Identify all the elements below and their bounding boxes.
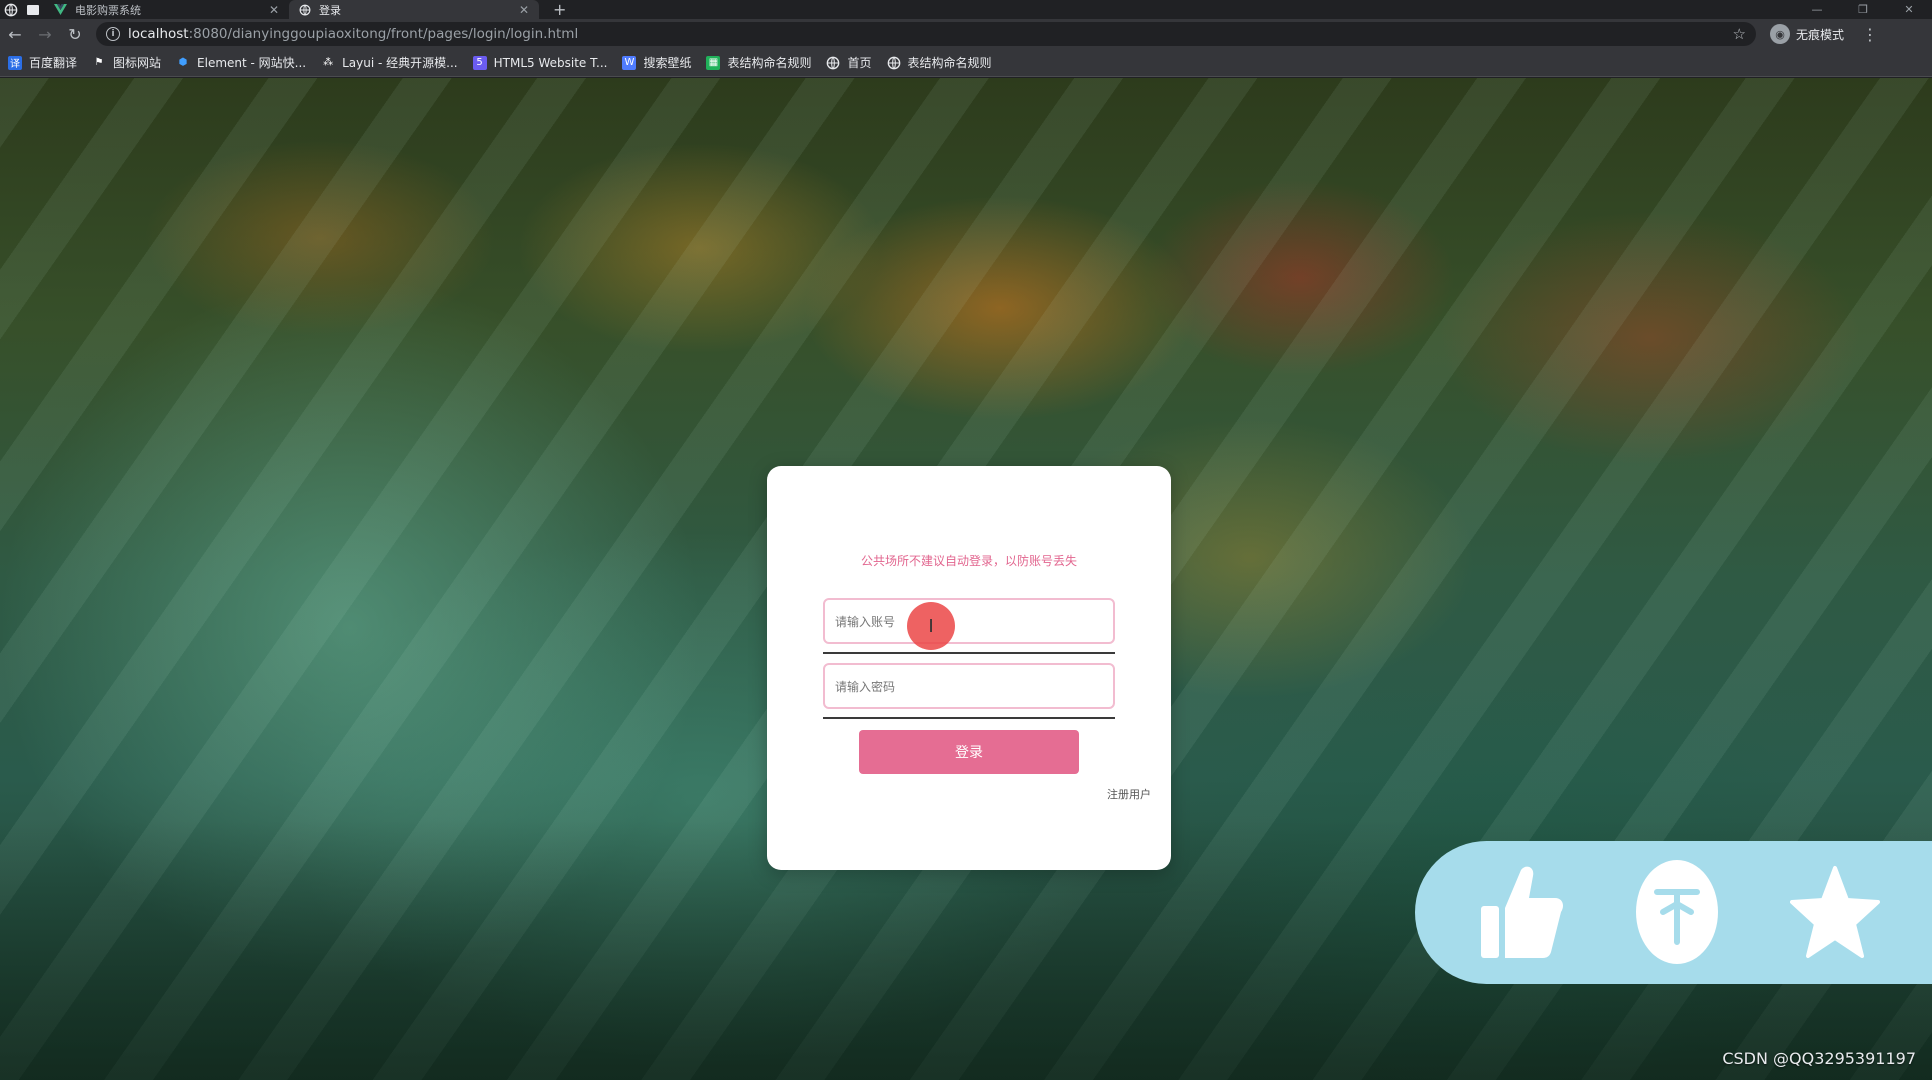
flag-icon: ⚑ — [94, 57, 104, 68]
like-button[interactable] — [1465, 857, 1575, 967]
login-card: 公共场所不建议自动登录，以防账号丢失 请输入账号 I 请输入密码 登录 注册用户 — [767, 466, 1171, 870]
window-controls: — ❐ ✕ — [1794, 0, 1932, 19]
globe-icon — [887, 56, 900, 69]
tab-login[interactable]: 登录 ✕ — [289, 0, 539, 19]
minimize-icon[interactable]: — — [1794, 3, 1840, 16]
globe-icon — [827, 56, 840, 69]
close-icon[interactable]: ✕ — [519, 3, 529, 17]
bookmarks-bar: 译 百度翻译 ⚑ 图标网站 ⬢ Element - 网站快... ⁂ Layui… — [0, 49, 1932, 77]
bookmark-item[interactable]: 译 百度翻译 — [8, 54, 77, 71]
login-button[interactable]: 登录 — [859, 730, 1079, 774]
html5-icon: 5 — [472, 55, 487, 70]
password-underline — [823, 717, 1115, 719]
bookmark-item[interactable]: ▦ 表结构命名规则 — [706, 54, 811, 71]
close-window-icon[interactable]: ✕ — [1886, 3, 1932, 16]
action-panel — [1415, 841, 1932, 984]
thumbs-up-icon — [1481, 866, 1563, 958]
bookmark-item[interactable]: 表结构命名规则 — [887, 54, 992, 71]
password-input[interactable]: 请输入密码 — [823, 663, 1115, 709]
bookmark-label: 百度翻译 — [29, 56, 78, 70]
tab-strip: 电影购票系统 ✕ 登录 ✕ + — ❐ ✕ — [0, 0, 1932, 19]
bookmark-star-icon[interactable]: ☆ — [1733, 25, 1746, 43]
incognito-icon: ◉ — [1770, 24, 1790, 44]
site-info-icon[interactable]: i — [106, 27, 120, 41]
bookmark-label: 表结构命名规则 — [727, 56, 812, 70]
bookmark-item[interactable]: 5 HTML5 Website T... — [472, 55, 608, 70]
bookmark-item[interactable]: ⚑ 图标网站 — [92, 54, 162, 71]
globe-icon — [299, 4, 311, 15]
bookmark-label: 表结构命名规则 — [907, 56, 992, 70]
bookmark-item[interactable]: ⬢ Element - 网站快... — [176, 54, 306, 71]
translate-icon: 译 — [8, 55, 22, 70]
window-icon — [27, 4, 39, 15]
profile-label: 无痕模式 — [1796, 27, 1845, 42]
tab-movie-system[interactable]: 电影购票系统 ✕ — [44, 0, 289, 19]
account-placeholder: 请输入账号 — [835, 614, 896, 629]
layui-icon: ⁂ — [323, 57, 334, 68]
bookmark-item[interactable]: W 搜索壁纸 — [622, 54, 691, 71]
sheet-icon: ▦ — [706, 55, 721, 70]
bookmark-item[interactable]: 首页 — [826, 54, 872, 71]
url-path: :8080/dianyinggoupiaoxitong/front/pages/… — [188, 26, 579, 42]
login-tip: 公共场所不建议自动登录，以防账号丢失 — [860, 554, 1077, 568]
bookmark-label: Layui - 经典开源模... — [342, 56, 458, 70]
bookmark-label: 搜索壁纸 — [643, 56, 692, 70]
bookmark-item[interactable]: ⁂ Layui - 经典开源模... — [321, 54, 457, 71]
register-link[interactable]: 注册用户 — [1107, 786, 1151, 802]
url-host: localhost — [128, 26, 189, 42]
restore-icon[interactable]: ❐ — [1840, 3, 1886, 16]
coin-icon — [1636, 860, 1718, 964]
browser-menu-icon[interactable]: ⋮ — [1862, 25, 1878, 44]
bookmark-label: 首页 — [847, 56, 872, 70]
bookmark-label: HTML5 Website T... — [493, 55, 608, 70]
text-cursor-icon: I — [907, 602, 955, 650]
forward-button[interactable]: → — [30, 19, 60, 49]
page-viewport: 公共场所不建议自动登录，以防账号丢失 请输入账号 I 请输入密码 登录 注册用户 — [0, 78, 1932, 1080]
coin-button[interactable] — [1622, 857, 1732, 967]
reload-button[interactable]: ↻ — [60, 19, 90, 49]
close-icon[interactable]: ✕ — [269, 3, 279, 17]
watermark: CSDN @QQ3295391197 — [1722, 1049, 1916, 1068]
address-bar: ← → ↻ i localhost:8080/dianyinggoupiaoxi… — [0, 19, 1932, 49]
account-underline — [823, 652, 1115, 654]
back-button[interactable]: ← — [0, 19, 30, 49]
bookmark-label: 图标网站 — [113, 56, 162, 70]
new-tab-button[interactable]: + — [553, 0, 566, 19]
url-text: localhost:8080/dianyinggoupiaoxitong/fro… — [128, 26, 1733, 42]
password-placeholder: 请输入密码 — [835, 679, 896, 694]
globe-icon — [4, 3, 18, 16]
tab-search-button[interactable] — [0, 0, 22, 19]
incognito-profile-button[interactable]: ◉ 无痕模式 — [1770, 24, 1844, 44]
favorite-button[interactable] — [1780, 857, 1890, 967]
vue-icon — [54, 4, 67, 15]
tab-title: 登录 — [319, 3, 341, 17]
star-icon — [1790, 866, 1880, 958]
account-input[interactable]: 请输入账号 — [823, 598, 1115, 644]
bookmark-label: Element - 网站快... — [197, 56, 307, 70]
wallpaper-icon: W — [622, 55, 637, 70]
element-icon: ⬢ — [178, 57, 188, 68]
tab-title: 电影购票系统 — [75, 3, 141, 17]
tab-grid-button[interactable] — [22, 0, 44, 19]
url-input[interactable]: i localhost:8080/dianyinggoupiaoxitong/f… — [96, 22, 1756, 46]
